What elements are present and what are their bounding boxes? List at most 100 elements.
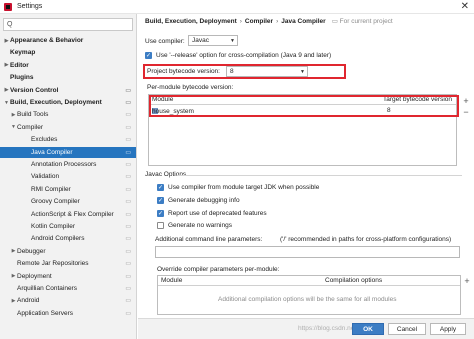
sidebar-item-editor[interactable]: ▶ Editor xyxy=(0,60,136,71)
breadcrumb-build: Build, Execution, Deployment xyxy=(145,17,237,25)
sidebar-item-label: Debugger xyxy=(17,247,46,255)
search-icon: Q xyxy=(7,21,13,28)
use-module-jdk-checkbox[interactable]: ✓ Use compiler from module target JDK wh… xyxy=(157,184,319,191)
project-settings-icon: ▭ xyxy=(125,162,131,168)
chevron-right-icon[interactable]: ▶ xyxy=(10,298,17,304)
chevron-down-icon[interactable]: ▼ xyxy=(3,100,10,106)
sidebar-item-android-compilers[interactable]: Android Compilers ▭ xyxy=(0,233,136,244)
chevron-right-icon[interactable]: ▶ xyxy=(10,248,17,254)
sidebar-item-groovy-compiler[interactable]: Groovy Compiler ▭ xyxy=(0,196,136,207)
use-compiler-value: Javac xyxy=(192,37,209,44)
chevron-right-icon[interactable]: ▶ xyxy=(3,87,10,93)
project-settings-icon: ▭ xyxy=(125,224,131,230)
project-bytecode-value: 8 xyxy=(230,68,234,75)
sidebar-item-label: RMI Compiler xyxy=(31,185,71,193)
sidebar-item-rmi-compiler[interactable]: RMI Compiler ▭ xyxy=(0,184,136,195)
report-deprecated-label: Report use of deprecated features xyxy=(168,210,267,217)
settings-search-input[interactable]: Q xyxy=(3,18,133,31)
project-settings-icon: ▭ xyxy=(125,174,131,181)
remove-module-button[interactable]: − xyxy=(461,107,471,117)
chevron-right-icon: › xyxy=(276,17,279,25)
project-settings-icon: ▭ xyxy=(125,211,131,218)
title-bar: Settings ✕ xyxy=(0,0,474,14)
sidebar-item-keymap[interactable]: Keymap xyxy=(0,47,136,58)
sidebar-item-label: Version Control xyxy=(10,86,59,94)
sidebar-item-debugger[interactable]: ▶ Debugger ▭ xyxy=(0,246,136,257)
chevron-down-icon: ▼ xyxy=(300,68,305,75)
sidebar-item-build-tools[interactable]: ▶ Build Tools ▭ xyxy=(0,109,136,120)
sidebar-item-label: Build, Execution, Deployment xyxy=(10,99,102,106)
breadcrumb: Build, Execution, Deployment › Compiler … xyxy=(145,17,393,26)
sidebar-item-application-servers[interactable]: Application Servers ▭ xyxy=(0,308,136,319)
generate-debug-checkbox[interactable]: ✓ Generate debugging info xyxy=(157,197,240,204)
project-settings-icon: ▭ xyxy=(125,100,131,106)
sidebar-item-label: Keymap xyxy=(10,49,36,57)
project-settings-icon: ▭ xyxy=(125,112,131,119)
generate-no-warnings-label: Generate no warnings xyxy=(168,222,232,229)
project-settings-icon: ▭ xyxy=(125,137,131,144)
sidebar-item-android[interactable]: ▶ Android ▭ xyxy=(0,295,136,306)
sidebar-item-label: Excludes xyxy=(31,136,58,144)
section-divider xyxy=(177,175,462,176)
project-settings-icon: ▭ xyxy=(125,236,131,243)
sidebar-item-remote-jar-repositories[interactable]: Remote Jar Repositories ▭ xyxy=(0,258,136,269)
sidebar-item-deployment[interactable]: ▶ Deployment ▭ xyxy=(0,271,136,282)
add-override-button[interactable]: + xyxy=(462,276,472,286)
sidebar-item-arquillian-containers[interactable]: Arquillian Containers ▭ xyxy=(0,283,136,294)
column-compilation-options: Compilation options xyxy=(325,277,383,284)
sidebar-item-appearance-behavior[interactable]: ▶ Appearance & Behavior xyxy=(0,35,136,46)
project-settings-icon: ▭ xyxy=(125,298,131,305)
sidebar-item-label: Application Servers xyxy=(17,309,73,317)
chevron-right-icon[interactable]: ▶ xyxy=(3,38,10,44)
sidebar-item-java-compiler[interactable]: Java Compiler ▭ xyxy=(0,146,136,158)
release-option-checkbox[interactable]: ✓ Use '--release' option for cross-compi… xyxy=(145,52,331,59)
chevron-right-icon[interactable]: ▶ xyxy=(10,112,17,118)
sidebar-item-label: Groovy Compiler xyxy=(31,198,80,206)
sidebar-item-build-execution-deployment[interactable]: ▼ Build, Execution, Deployment ▭ xyxy=(0,97,136,108)
sidebar-item-validation[interactable]: Validation ▭ xyxy=(0,171,136,182)
project-bytecode-select[interactable]: 8 ▼ xyxy=(226,66,308,77)
generate-no-warnings-checkbox[interactable]: Generate no warnings xyxy=(157,222,232,229)
sidebar-item-actionscript-flex-compiler[interactable]: ActionScript & Flex Compiler ▭ xyxy=(0,209,136,220)
sidebar-item-annotation-processors[interactable]: Annotation Processors ▭ xyxy=(0,159,136,170)
empty-table-text: Additional compilation options will be t… xyxy=(218,296,397,303)
project-settings-icon: ▭ xyxy=(125,186,131,193)
sidebar-item-label: Kotlin Compiler xyxy=(31,223,76,230)
chevron-down-icon[interactable]: ▼ xyxy=(10,124,17,130)
sidebar-item-excludes[interactable]: Excludes ▭ xyxy=(0,134,136,145)
sidebar-item-label: Java Compiler xyxy=(31,148,73,156)
apply-button[interactable]: Apply xyxy=(430,323,466,335)
sidebar-item-plugins[interactable]: Plugins xyxy=(0,72,136,83)
additional-params-input[interactable] xyxy=(155,246,460,258)
sidebar-item-label: Build Tools xyxy=(17,111,49,119)
project-scope-note: ▭ For current project xyxy=(331,18,393,25)
project-settings-icon: ▭ xyxy=(125,273,131,280)
project-settings-icon: ▭ xyxy=(125,87,131,94)
override-params-table: Module Compilation options Additional co… xyxy=(157,275,461,315)
add-module-button[interactable]: + xyxy=(461,96,471,106)
checkbox-checked-icon: ✓ xyxy=(157,210,164,217)
sidebar-item-label: ActionScript & Flex Compiler xyxy=(31,210,114,218)
override-label: Override compiler parameters per-module: xyxy=(157,266,280,273)
use-compiler-label: Use compiler: xyxy=(145,38,185,45)
ok-button[interactable]: OK xyxy=(352,323,384,335)
use-compiler-select[interactable]: Javac ▼ xyxy=(188,35,238,46)
chevron-right-icon[interactable]: ▶ xyxy=(3,62,10,68)
sidebar-item-label: Arquillian Containers xyxy=(17,285,77,292)
breadcrumb-compiler: Compiler xyxy=(244,17,274,25)
additional-params-hint: ('/' recommended in paths for cross-plat… xyxy=(280,236,452,243)
close-icon[interactable]: ✕ xyxy=(461,1,469,12)
project-settings-icon: ▭ xyxy=(125,124,131,131)
window-title: Settings xyxy=(17,3,43,10)
project-settings-icon: ▭ xyxy=(125,261,131,268)
chevron-right-icon[interactable]: ▶ xyxy=(10,273,17,279)
checkbox-checked-icon: ✓ xyxy=(157,184,164,191)
sidebar-item-version-control[interactable]: ▶ Version Control ▭ xyxy=(0,85,136,96)
report-deprecated-checkbox[interactable]: ✓ Report use of deprecated features xyxy=(157,210,267,217)
cancel-button[interactable]: Cancel xyxy=(388,323,426,335)
column-module: Module xyxy=(161,277,183,284)
project-settings-icon: ▭ xyxy=(125,199,131,206)
sidebar-item-kotlin-compiler[interactable]: Kotlin Compiler ▭ xyxy=(0,221,136,232)
chevron-right-icon: › xyxy=(239,17,242,25)
sidebar-item-compiler[interactable]: ▼ Compiler ▭ xyxy=(0,122,136,133)
